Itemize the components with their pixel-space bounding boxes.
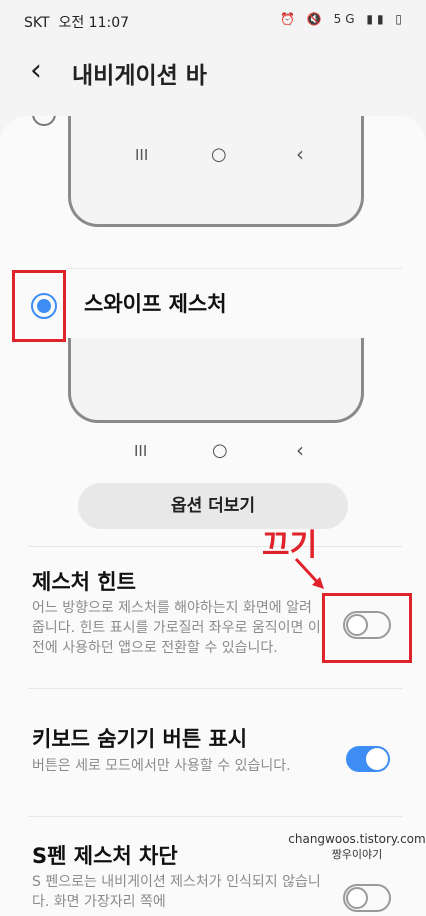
swipe-preview-frame xyxy=(68,338,364,423)
home-icon: ○ xyxy=(211,144,227,165)
recent-apps-icon: III xyxy=(135,146,149,164)
keyboard-hide-button-toggle[interactable] xyxy=(346,746,390,772)
clock-label: 오전 11:07 xyxy=(58,15,130,31)
watermark-name: 짱우이야기 xyxy=(331,848,383,861)
status-indicator-icons: ⏰ 🔇 5G ▮▮ ▯ xyxy=(280,12,406,26)
carrier-label: SKT xyxy=(24,15,50,31)
status-carrier-time: SKT 오전 11:07 xyxy=(24,12,129,32)
recent-apps-icon: III xyxy=(134,442,148,460)
home-icon: ○ xyxy=(212,440,228,461)
buttons-preview-frame: III ○ ‹ xyxy=(68,116,364,227)
watermark: changwoos.tistory.com 짱우이야기 xyxy=(288,832,426,862)
back-icon: ‹ xyxy=(296,438,304,462)
gesture-hint-title: 제스처 힌트 xyxy=(32,570,136,594)
divider xyxy=(28,816,402,817)
divider xyxy=(68,268,402,269)
page-title: 내비게이션 바 xyxy=(72,63,207,89)
highlight-box-radio xyxy=(12,270,66,342)
watermark-site: changwoos.tistory.com xyxy=(288,832,426,846)
swipe-gesture-label: 스와이프 제스처 xyxy=(84,292,227,316)
divider xyxy=(28,546,402,547)
back-arrow-icon[interactable]: ‹ xyxy=(30,56,42,86)
radio-buttons-option[interactable] xyxy=(32,116,56,126)
s-pen-gesture-block-toggle[interactable] xyxy=(343,884,391,912)
highlight-box-toggle xyxy=(322,593,412,663)
s-pen-gesture-block-title: S펜 제스처 차단 xyxy=(32,844,178,868)
arrow-annotation-icon xyxy=(294,557,324,589)
s-pen-gesture-block-description: S 펜으로는 내비게이션 제스처가 인식되지 않습니다. 화면 가장자리 쪽에 xyxy=(32,874,321,910)
status-bar: SKT 오전 11:07 ⏰ 🔇 5G ▮▮ ▯ xyxy=(0,0,426,40)
keyboard-hide-button-title: 키보드 숨기기 버튼 표시 xyxy=(32,727,248,751)
keyboard-hide-button-description: 버튼은 세로 모드에서만 사용할 수 있습니다. xyxy=(32,758,291,774)
back-icon: ‹ xyxy=(296,142,304,166)
gesture-hint-description: 어느 방향으로 제스처를 해야하는지 화면에 알려줍니다. 힌트 표시를 가로질… xyxy=(32,600,321,656)
divider xyxy=(28,688,402,689)
